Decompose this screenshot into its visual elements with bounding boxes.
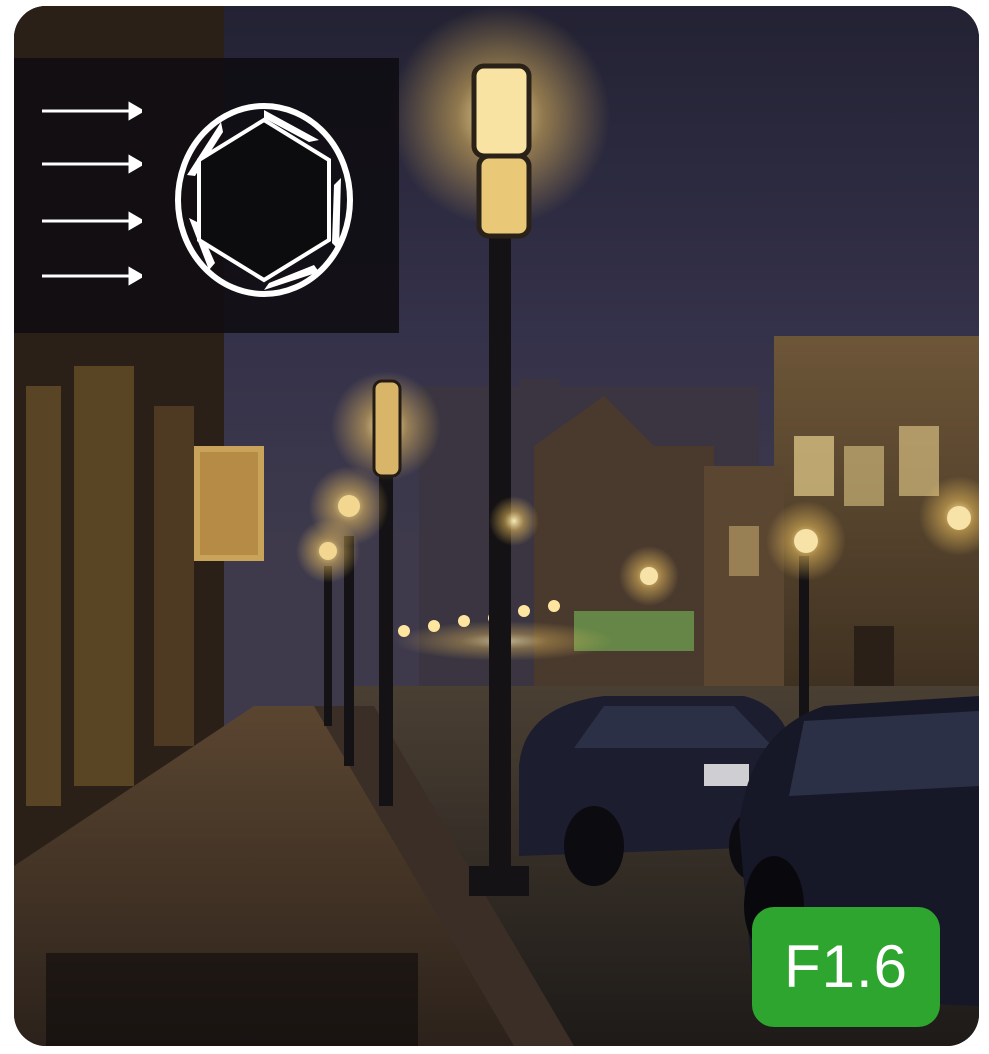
aperture-overlay — [14, 58, 399, 333]
bottom-shade — [46, 953, 418, 1046]
aperture-icon — [175, 103, 353, 297]
photo-frame: F1.6 — [14, 6, 979, 1046]
arrow-right-icon — [42, 101, 142, 286]
fstop-badge: F1.6 — [752, 907, 940, 1027]
